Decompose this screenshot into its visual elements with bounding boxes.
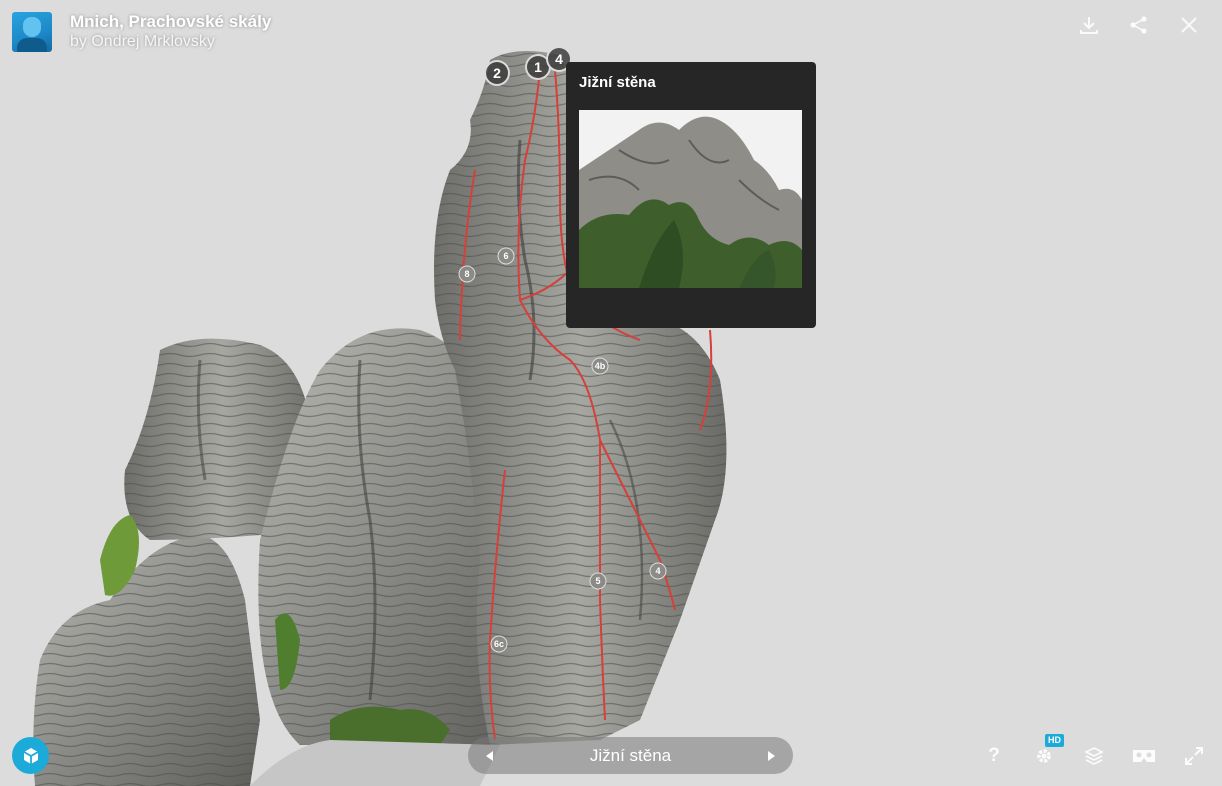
svg-text:4: 4 bbox=[655, 566, 660, 576]
cube-icon bbox=[23, 747, 38, 764]
route-marker: 5 bbox=[589, 572, 607, 590]
triangle-right-icon bbox=[767, 750, 775, 761]
svg-text:6: 6 bbox=[503, 251, 508, 261]
author-avatar[interactable] bbox=[12, 12, 52, 52]
svg-text:6c: 6c bbox=[494, 639, 504, 649]
layers-icon[interactable] bbox=[1080, 742, 1108, 770]
model-header: Mnich, Prachovské skály by Ondrej Mrklov… bbox=[12, 12, 271, 52]
route-marker: 4b bbox=[591, 357, 609, 375]
annotation-tooltip: Jižní stěna bbox=[566, 62, 816, 328]
author-link[interactable]: by Ondrej Mrklovsky bbox=[70, 33, 215, 50]
route-marker: 8 bbox=[458, 265, 476, 283]
download-icon[interactable] bbox=[1076, 12, 1102, 38]
current-annotation-label: Jižní stěna bbox=[589, 745, 672, 765]
sketchfab-logo-button[interactable] bbox=[12, 737, 49, 774]
close-icon[interactable] bbox=[1176, 12, 1202, 38]
annotation-navigation: Jižní stěna bbox=[468, 737, 793, 774]
annotation-photo bbox=[579, 110, 802, 288]
route-marker: 6 bbox=[497, 247, 515, 265]
settings-icon[interactable]: HD bbox=[1030, 734, 1064, 770]
route-marker: 4 bbox=[649, 562, 667, 580]
annotation-hotspot-2[interactable]: 2 bbox=[484, 60, 510, 86]
annotation-title: Jižní stěna bbox=[579, 74, 656, 91]
route-marker: 6c bbox=[490, 635, 508, 653]
model-title[interactable]: Mnich, Prachovské skály bbox=[70, 12, 271, 32]
model-author[interactable]: by Ondrej Mrklovsky bbox=[70, 32, 271, 52]
svg-text:5: 5 bbox=[595, 576, 600, 586]
viewer-controls: ? HD bbox=[980, 734, 1208, 770]
triangle-left-icon bbox=[486, 750, 493, 761]
prev-annotation-button[interactable] bbox=[482, 748, 498, 764]
3d-viewer[interactable]: 8 6 4b 5 4 6c 2 1 4 Jižní stěna Mnich, P… bbox=[0, 0, 1222, 786]
fullscreen-icon[interactable] bbox=[1180, 742, 1208, 770]
svg-text:4b: 4b bbox=[595, 361, 606, 371]
hd-badge: HD bbox=[1045, 734, 1064, 747]
next-annotation-button[interactable] bbox=[763, 748, 779, 764]
help-icon[interactable]: ? bbox=[980, 742, 1008, 770]
share-icon[interactable] bbox=[1126, 12, 1152, 38]
svg-text:8: 8 bbox=[464, 269, 469, 279]
vr-icon[interactable] bbox=[1130, 742, 1158, 770]
top-actions bbox=[1076, 12, 1202, 38]
